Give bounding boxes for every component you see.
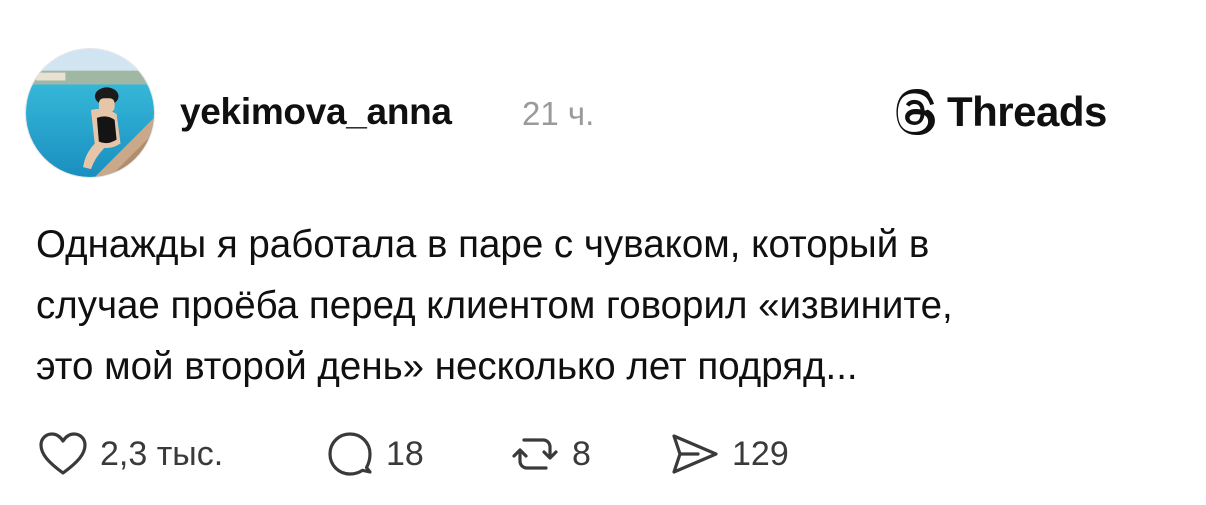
- share-count: 129: [732, 435, 789, 473]
- send-icon: [672, 434, 718, 474]
- post-text: Однажды я работала в паре с чуваком, кот…: [36, 223, 953, 388]
- share-button[interactable]: 129: [668, 428, 789, 480]
- reply-count: 18: [386, 435, 424, 473]
- repost-button[interactable]: 8: [510, 428, 591, 480]
- threads-post-card: yekimova_anna 21 ч. Threads Однажды я ра…: [0, 0, 1206, 505]
- repost-icon: [512, 438, 558, 470]
- reply-bubble-icon: [328, 432, 372, 476]
- heart-icon: [39, 432, 87, 475]
- username[interactable]: yekimova_anna: [180, 90, 452, 134]
- threads-logo-icon: [896, 89, 935, 135]
- like-button[interactable]: 2,3 тыс.: [38, 428, 223, 480]
- post-actions: 2,3 тыс. 18 8 129: [0, 428, 1206, 480]
- avatar-photo: [26, 49, 154, 177]
- reply-button[interactable]: 18: [326, 428, 424, 480]
- post-timestamp: 21 ч.: [522, 95, 595, 132]
- like-count: 2,3 тыс.: [100, 435, 224, 473]
- brand-name: Threads: [947, 88, 1107, 135]
- avatar[interactable]: [25, 48, 155, 178]
- threads-brand: Threads: [893, 86, 1107, 138]
- repost-count: 8: [572, 435, 591, 473]
